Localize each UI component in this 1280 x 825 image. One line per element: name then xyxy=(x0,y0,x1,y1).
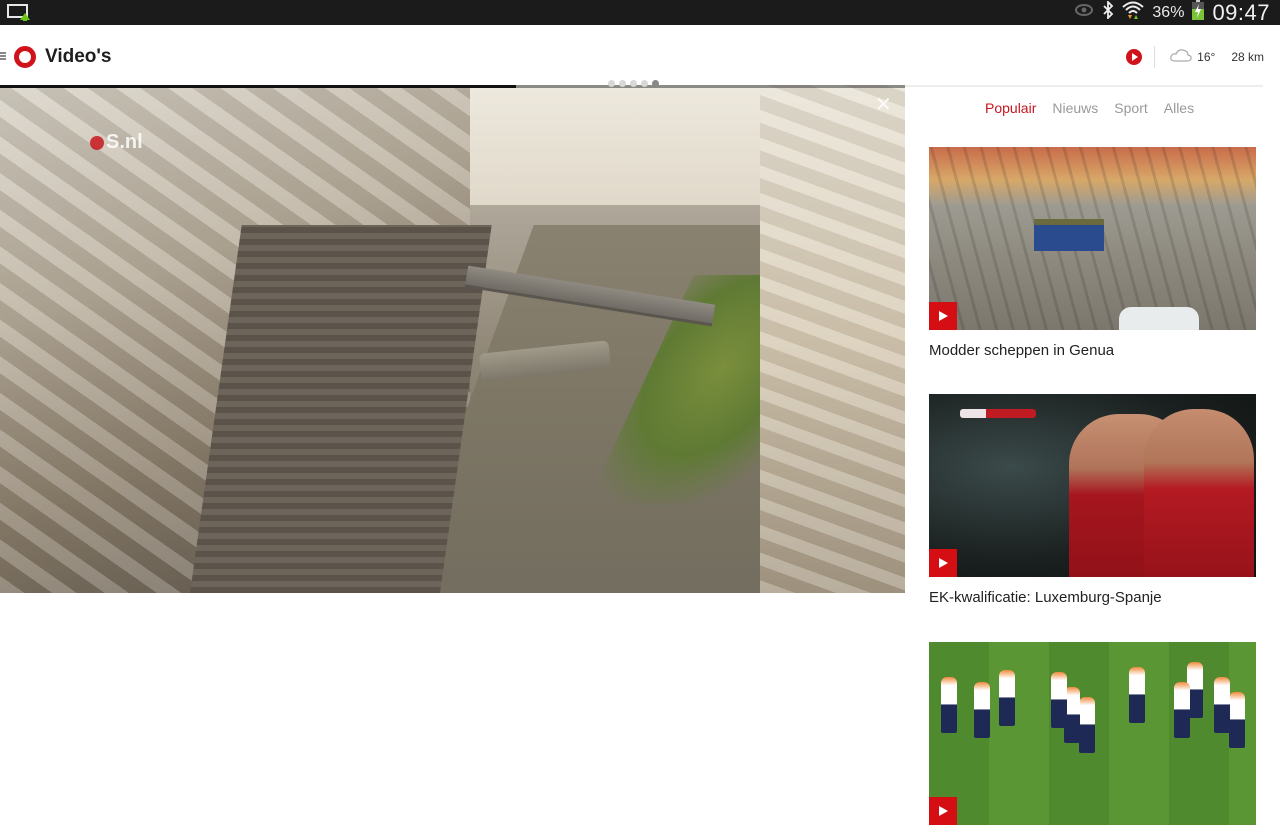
tab-sport[interactable]: Sport xyxy=(1114,100,1147,116)
video-card[interactable] xyxy=(929,642,1256,825)
video-progress-fill xyxy=(0,85,516,88)
clock: 09:47 xyxy=(1212,0,1270,25)
video-list-panel: Populair Nieuws Sport Alles Modder schep… xyxy=(905,85,1280,825)
tab-populair[interactable]: Populair xyxy=(985,100,1036,116)
player-figure xyxy=(974,682,990,738)
wifi-icon xyxy=(1122,0,1145,25)
status-bar: 36% 09:47 xyxy=(0,0,1280,25)
close-icon[interactable]: ✕ xyxy=(875,95,892,115)
cloud-icon xyxy=(1169,47,1193,68)
page-dot[interactable] xyxy=(652,80,659,87)
divider xyxy=(905,85,1263,87)
player-figure xyxy=(1214,677,1230,733)
player-figure xyxy=(941,677,957,733)
player-figure xyxy=(1129,667,1145,723)
menu-handle-icon[interactable] xyxy=(0,52,6,60)
category-tabs: Populair Nieuws Sport Alles xyxy=(985,100,1194,116)
video-thumbnail[interactable] xyxy=(929,642,1256,825)
divider xyxy=(1154,46,1156,68)
nos-logo-icon[interactable] xyxy=(14,46,36,68)
video-progress-bar[interactable] xyxy=(0,85,905,88)
battery-percent: 36% xyxy=(1152,3,1185,21)
page-dot[interactable] xyxy=(619,80,626,87)
tab-nieuws[interactable]: Nieuws xyxy=(1052,100,1098,116)
score-overlay xyxy=(960,409,1036,418)
video-thumbnail[interactable] xyxy=(929,394,1256,577)
video-card[interactable]: EK-kwalificatie: Luxemburg-Spanje xyxy=(929,394,1256,606)
page-title: Video's xyxy=(45,46,112,67)
battery-charging-icon xyxy=(1192,0,1205,25)
page-dot[interactable] xyxy=(608,80,615,87)
bluetooth-icon xyxy=(1102,0,1114,24)
play-icon[interactable] xyxy=(929,302,957,330)
player-figure xyxy=(1229,692,1245,748)
play-icon[interactable] xyxy=(929,549,957,577)
tab-alles[interactable]: Alles xyxy=(1164,100,1194,116)
temperature[interactable]: 16° xyxy=(1197,50,1215,64)
player-figure xyxy=(1051,672,1067,728)
page-indicator xyxy=(608,80,659,87)
page-dot[interactable] xyxy=(641,80,648,87)
nos-logo-icon xyxy=(90,135,104,150)
video-card[interactable]: Modder scheppen in Genua xyxy=(929,147,1256,359)
page-dot[interactable] xyxy=(630,80,637,87)
player-figure xyxy=(1174,682,1190,738)
app-bar: Video's 16° 28 km xyxy=(0,25,1280,85)
screen-mirror-icon xyxy=(6,2,32,27)
player-figure xyxy=(1079,697,1095,753)
eye-icon xyxy=(1074,3,1094,22)
traffic-distance[interactable]: 28 km xyxy=(1231,50,1264,64)
channel-watermark: S.nl xyxy=(90,131,143,154)
video-player[interactable]: S.nl ✕ xyxy=(0,85,905,593)
video-title[interactable]: Modder scheppen in Genua xyxy=(929,342,1256,359)
player-figure xyxy=(999,670,1015,726)
video-thumbnail[interactable] xyxy=(929,147,1256,330)
play-icon[interactable] xyxy=(929,797,957,825)
play-circle-icon[interactable] xyxy=(1126,49,1143,65)
video-title[interactable]: EK-kwalificatie: Luxemburg-Spanje xyxy=(929,589,1256,606)
